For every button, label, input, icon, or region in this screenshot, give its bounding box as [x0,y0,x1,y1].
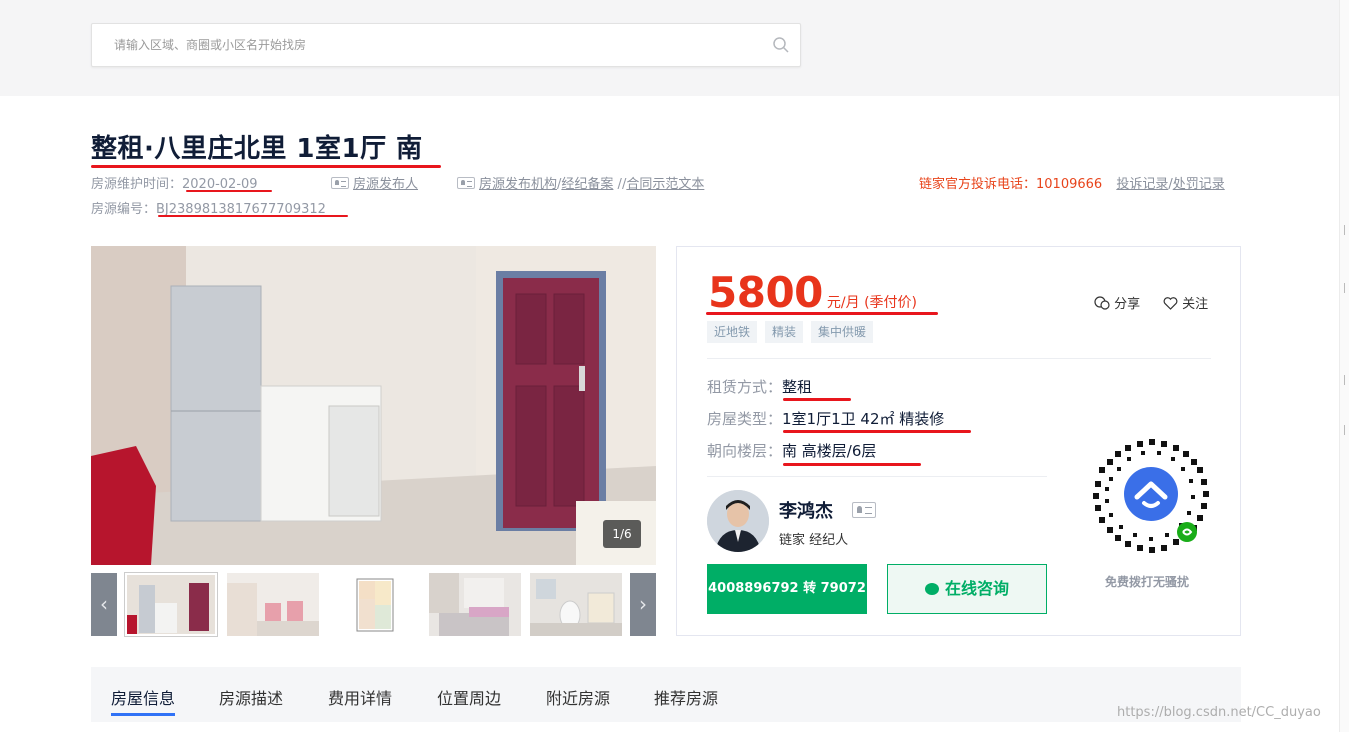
heart-icon [1163,297,1178,310]
id-card-icon [331,177,349,189]
attribute-key: 租赁方式： [707,378,783,396]
annotation-underline [783,398,851,401]
tab-recommended[interactable]: 推荐房源 [654,685,718,709]
agent-photo [707,490,769,552]
follow-label: 关注 [1182,297,1209,312]
agent-name[interactable]: 李鸿杰 [779,497,833,523]
search-box[interactable] [91,23,801,67]
room-photo-image [91,246,656,565]
annotation-underline [706,312,938,315]
attribute-rent-mode: 租赁方式：整租 [707,376,812,397]
attribute-key: 朝向楼层： [707,442,783,460]
avatar[interactable] [707,490,769,552]
share-icon [1094,296,1110,310]
thumbnail[interactable] [329,573,421,636]
follow-button[interactable]: 关注 [1163,293,1208,312]
price-unit: 元/月 (季付价) [826,295,917,311]
search-icon[interactable] [772,36,790,54]
thumbnail-image [227,573,319,636]
tab-fees[interactable]: 费用详情 [328,685,392,709]
attribute-value: 整租 [782,378,813,396]
tab-description[interactable]: 房源描述 [219,685,283,709]
prev-photo-button[interactable]: ‹ [91,573,117,636]
phone-button[interactable]: 4008896792 转 79072 [707,564,867,614]
thumbnail-image [429,573,521,636]
tag: 近地铁 [707,321,758,343]
separator: / [613,177,622,192]
listing-title: 整租·八里庄北里 1室1厅 南 [91,134,423,164]
main-photo[interactable] [91,246,656,565]
complaint-phone: 链家官方投诉电话：10109666 [919,177,1103,192]
share-button[interactable]: 分享 [1094,293,1140,312]
active-tab-indicator [111,713,175,716]
rent-price: 5800 元/月 (季付价) [708,268,917,317]
agent-record-link[interactable]: 经纪备案 [561,177,613,192]
maintain-label: 房源维护时间： [91,177,183,192]
share-label: 分享 [1114,297,1141,312]
thumbnail[interactable] [227,573,319,636]
annotation-underline [158,215,348,217]
scrollbar[interactable] [1339,0,1349,732]
wechat-miniprogram-icon [1177,522,1197,542]
org-links: 房源发布机构/经纪备案 //合同示范文本 [457,173,704,192]
qr-caption: 免费拨打无骚扰 [1105,575,1190,589]
publisher: 房源发布人 [331,173,418,192]
publisher-link[interactable]: 房源发布人 [353,177,418,192]
tab-house-info[interactable]: 房屋信息 [111,685,175,709]
tab-nearby[interactable]: 附近房源 [546,685,610,709]
id-card-icon[interactable] [852,502,876,518]
code-label: 房源编号： [91,202,157,217]
next-photo-button[interactable]: › [630,573,656,636]
complaint-line: 链家官方投诉电话：10109666 投诉记录/处罚记录 [919,173,1225,192]
consult-label: 在线咨询 [944,579,1009,598]
photo-counter: 1/6 [603,520,641,548]
divider [707,476,1047,477]
attribute-house-type: 房屋类型：1室1厅1卫 42㎡ 精装修 [707,408,944,429]
annotation-underline [783,430,971,433]
price-amount: 5800 [708,268,823,317]
thumbnail[interactable] [429,573,521,636]
thumbnail[interactable] [530,573,622,636]
qr-code-image[interactable] [1091,437,1211,557]
annotation-underline [91,165,441,168]
org-link[interactable]: 房源发布机构 [479,177,557,192]
online-consult-button[interactable]: 在线咨询 [887,564,1047,614]
tag: 精装 [765,321,804,343]
detail-tab-bar: 房屋信息 房源描述 费用详情 位置周边 附近房源 推荐房源 [91,667,1241,722]
tab-location[interactable]: 位置周边 [437,685,501,709]
tag-list: 近地铁 精装 集中供暖 [707,321,874,343]
license-icon [457,177,475,189]
search-input[interactable] [92,24,752,66]
tag: 集中供暖 [811,321,874,343]
annotation-underline [186,190,272,192]
floorplan-image [329,573,421,636]
complaint-record-link[interactable]: 投诉记录 [1116,177,1168,192]
search-band [0,0,1339,96]
attribute-key: 房屋类型： [707,410,783,428]
agent-title: 链家 经纪人 [779,533,849,548]
watermark: https://blog.csdn.net/CC_duyao [1117,705,1321,720]
thumbnail-image [127,575,215,634]
divider [707,358,1211,359]
penalty-record-link[interactable]: 处罚记录 [1173,177,1225,192]
thumbnail[interactable] [124,572,218,637]
annotation-underline [783,463,921,466]
attribute-orientation-floor: 朝向楼层：南 高楼层/6层 [707,440,876,461]
contract-link[interactable]: 合同示范文本 [626,177,704,192]
attribute-value: 1室1厅1卫 42㎡ 精装修 [782,410,945,428]
chat-bubble-icon [924,583,939,595]
thumbnail-image [530,573,622,636]
thumbnail-strip: ‹ › [91,572,656,637]
attribute-value: 南 高楼层/6层 [782,442,877,460]
